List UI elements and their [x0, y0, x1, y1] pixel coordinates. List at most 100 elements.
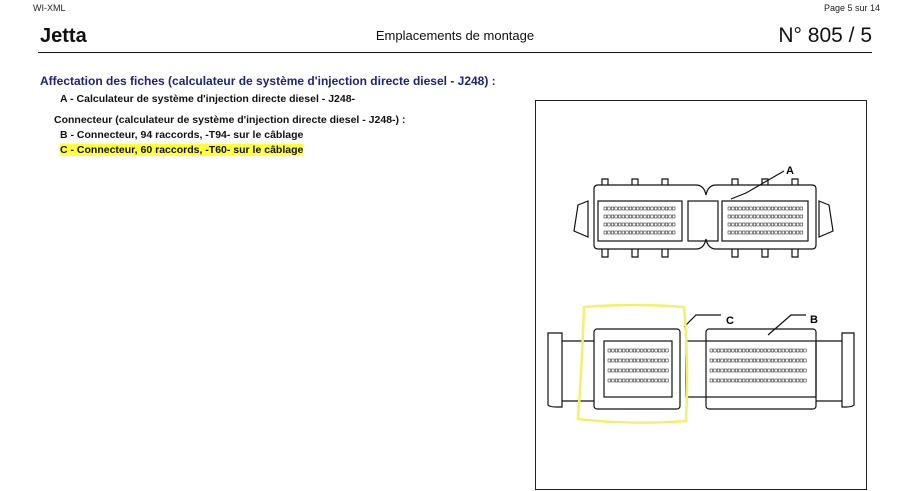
- pin: [788, 222, 793, 227]
- pin: [668, 222, 672, 227]
- pin: [781, 378, 785, 383]
- pin: [752, 378, 757, 383]
- pin: [749, 368, 753, 373]
- pin: [760, 222, 764, 227]
- pin: [778, 230, 782, 235]
- pin: [788, 368, 793, 373]
- pin: [618, 214, 622, 219]
- pin: [745, 368, 749, 373]
- pin: [661, 206, 665, 211]
- pin: [639, 222, 643, 227]
- pin: [731, 206, 735, 211]
- pin: [724, 348, 728, 353]
- pin: [664, 214, 669, 219]
- pin: [614, 230, 618, 235]
- pin: [603, 230, 607, 235]
- pin: [745, 214, 749, 219]
- pin: [756, 230, 760, 235]
- pin: [632, 378, 637, 383]
- pin: [770, 348, 775, 353]
- pin: [629, 358, 633, 363]
- pin: [646, 214, 651, 219]
- ecu-a-pins: [603, 206, 803, 235]
- pin: [781, 214, 785, 219]
- pin: [632, 222, 636, 227]
- pin: [720, 358, 724, 363]
- pin: [618, 206, 622, 211]
- pin: [668, 214, 672, 219]
- pin: [657, 222, 661, 227]
- pin: [745, 230, 749, 235]
- pin: [778, 348, 782, 353]
- pin: [785, 368, 789, 373]
- pin: [654, 348, 658, 353]
- pin: [672, 214, 676, 219]
- assignment-title: Affectation des fiches (calculateur de s…: [40, 74, 496, 88]
- pin: [763, 230, 767, 235]
- pin: [622, 368, 626, 373]
- pin: [734, 206, 739, 211]
- pin: [607, 368, 611, 373]
- pin: [792, 368, 796, 373]
- pin: [658, 358, 662, 363]
- pin: [607, 206, 611, 211]
- pin: [799, 358, 803, 363]
- pin: [724, 378, 728, 383]
- pin: [778, 378, 782, 383]
- pin: [603, 214, 607, 219]
- pin: [763, 378, 767, 383]
- line-connector-text: Connecteur (calculateur de système d'inj…: [54, 114, 406, 126]
- pin: [749, 378, 753, 383]
- pin: [658, 368, 662, 373]
- pin: [770, 368, 775, 373]
- pin: [749, 348, 753, 353]
- pin: [661, 368, 665, 373]
- pin: [731, 378, 735, 383]
- pin: [650, 378, 655, 383]
- pin: [727, 358, 731, 363]
- pin: [799, 230, 803, 235]
- pin: [618, 222, 622, 227]
- pin: [778, 214, 782, 219]
- pin: [727, 368, 731, 373]
- pin: [657, 230, 661, 235]
- pin: [650, 230, 654, 235]
- document-header: Jetta Emplacements de montage N° 805 / 5: [38, 18, 872, 53]
- connector-pins: [607, 348, 807, 383]
- pin: [731, 368, 735, 373]
- pin: [654, 230, 658, 235]
- pin: [636, 378, 640, 383]
- pin: [774, 230, 778, 235]
- pin: [607, 348, 611, 353]
- pin: [796, 348, 800, 353]
- pin: [778, 368, 782, 373]
- pin: [632, 358, 637, 363]
- pin: [650, 206, 654, 211]
- pin: [781, 348, 785, 353]
- pin: [752, 214, 757, 219]
- pin: [799, 206, 803, 211]
- pin: [672, 206, 676, 211]
- pin: [621, 222, 625, 227]
- assignment-block: Affectation des fiches (calculateur de s…: [40, 74, 540, 158]
- pin: [643, 230, 647, 235]
- pin: [734, 214, 739, 219]
- pin: [767, 214, 771, 219]
- doc-section: Emplacements de montage: [375, 28, 535, 43]
- pin: [611, 358, 615, 363]
- pin: [767, 348, 771, 353]
- pin: [792, 230, 796, 235]
- pin: [752, 348, 757, 353]
- pin: [760, 358, 764, 363]
- pin: [799, 222, 803, 227]
- pin: [788, 206, 793, 211]
- app-label: WI-XML: [33, 3, 66, 13]
- pin: [611, 368, 615, 373]
- assignment-line-b: B - Connecteur, 94 raccords, -T94- sur l…: [60, 128, 540, 143]
- pin: [767, 368, 771, 373]
- pin: [640, 378, 644, 383]
- pin: [756, 368, 760, 373]
- connector-diagram-svg: A C B: [547, 165, 855, 424]
- pin: [646, 206, 651, 211]
- pin: [661, 378, 665, 383]
